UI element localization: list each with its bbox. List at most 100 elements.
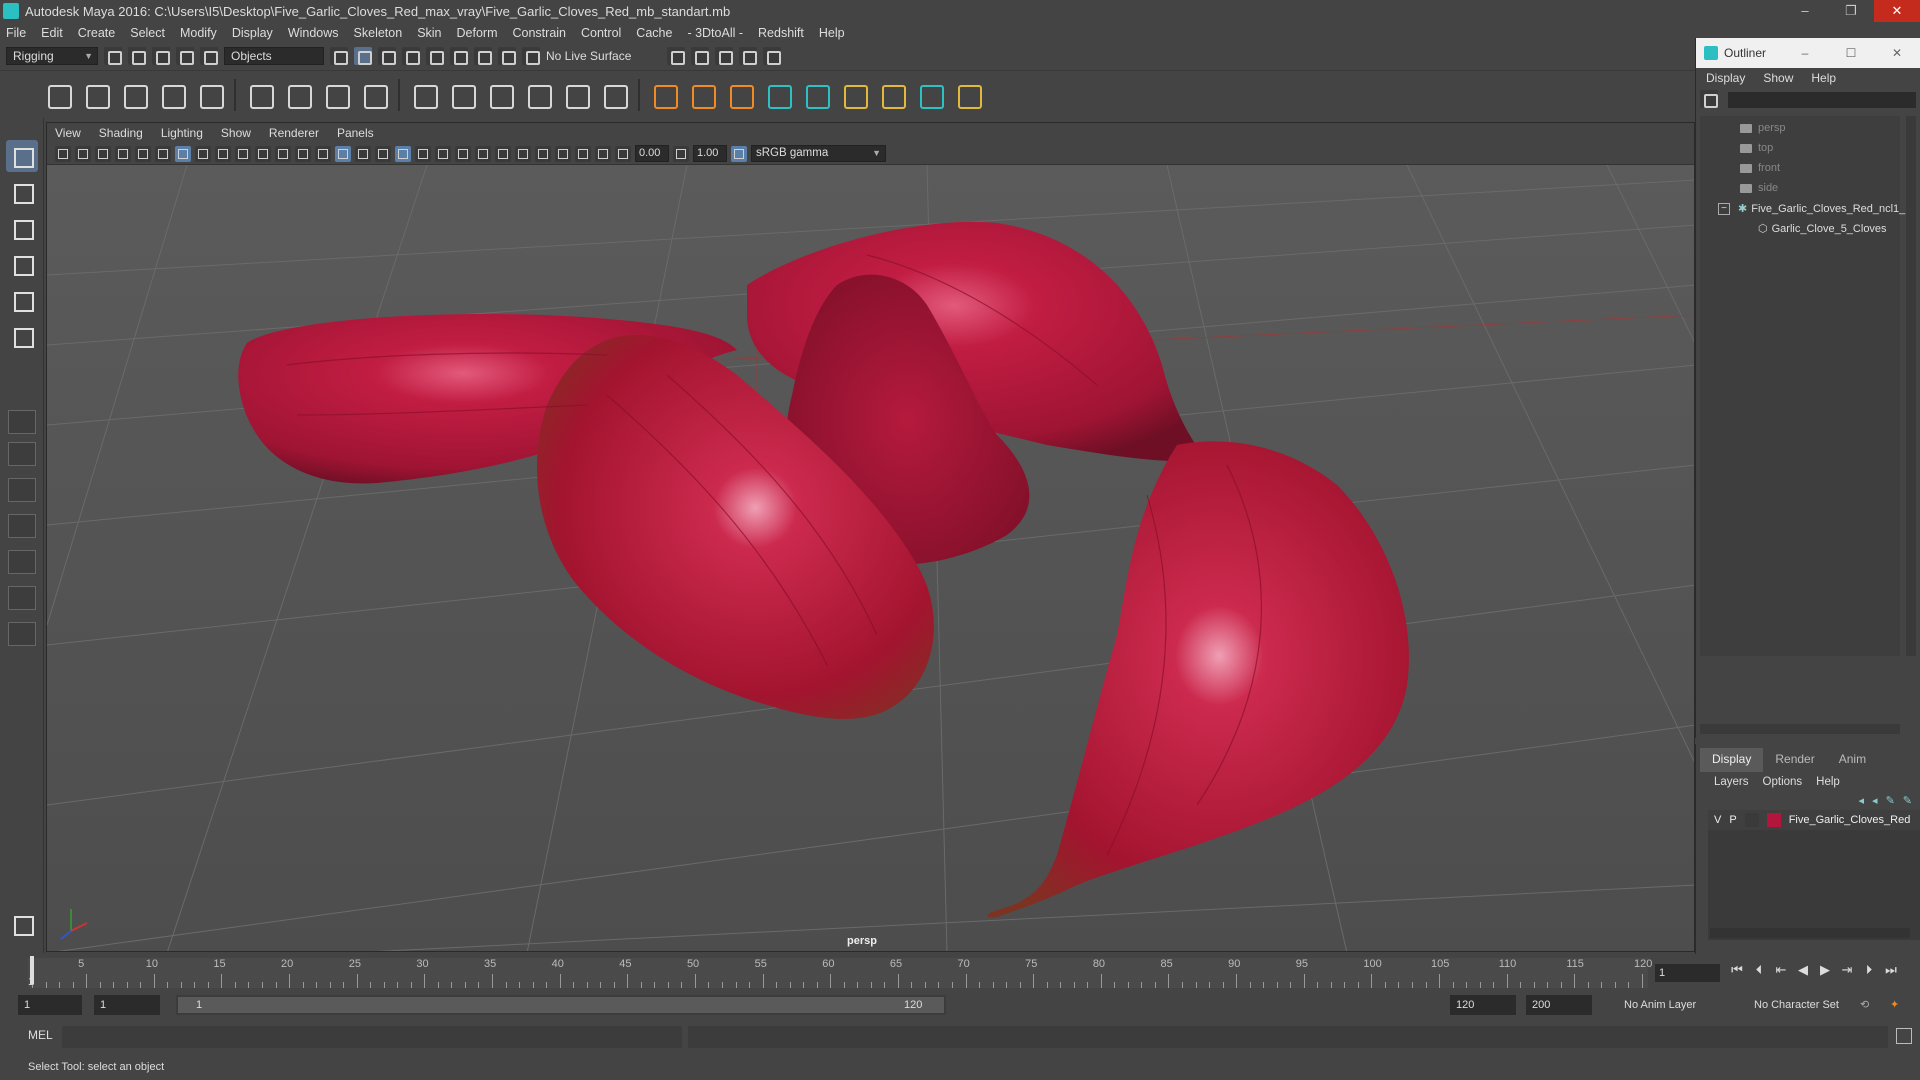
persp-outliner-layout-icon[interactable] <box>8 514 36 538</box>
move-tool-icon[interactable] <box>6 248 38 280</box>
viewport-panel[interactable]: View Shading Lighting Show Renderer Pane… <box>46 122 1695 952</box>
menu-3dtoall[interactable]: - 3DtoAll - <box>687 26 743 40</box>
play-backward-icon[interactable]: ◀ <box>1796 962 1810 978</box>
layer-horizontal-scrollbar[interactable] <box>1710 928 1910 938</box>
exposure-field[interactable]: 0.00 <box>635 145 669 162</box>
film-gate-icon[interactable] <box>195 145 211 162</box>
wireframe-on-shaded-icon[interactable] <box>375 145 391 162</box>
select-component-icon[interactable] <box>378 47 396 65</box>
brush-tool-icon[interactable] <box>878 81 906 109</box>
xray-components-icon[interactable] <box>595 145 611 162</box>
outliner-item-top[interactable]: top <box>1740 142 1773 154</box>
sculpt-icon[interactable] <box>600 81 628 109</box>
orient-joint-icon[interactable] <box>158 81 186 109</box>
snap-view-icon[interactable] <box>474 47 492 65</box>
auto-key-icon[interactable]: ⟲ <box>1860 995 1869 1015</box>
rotate-tool-icon[interactable] <box>6 284 38 316</box>
3dtoall-export-icon[interactable] <box>802 81 830 109</box>
motion-blur-icon[interactable] <box>475 145 491 162</box>
filter-icon[interactable] <box>1700 90 1718 108</box>
lattice-icon[interactable] <box>448 81 476 109</box>
mel-input[interactable] <box>62 1026 682 1048</box>
save-scene-icon[interactable] <box>152 47 170 65</box>
bind-skin-icon[interactable] <box>246 81 274 109</box>
redo-icon[interactable] <box>200 47 218 65</box>
outliner-menu-display[interactable]: Display <box>1706 71 1745 85</box>
mirror-joint-icon[interactable] <box>120 81 148 109</box>
playback-end-field[interactable]: 120 <box>1450 995 1516 1015</box>
layer-row[interactable]: V P Five_Garlic_Cloves_Red <box>1708 810 1920 830</box>
tab-display[interactable]: Display <box>1700 748 1764 772</box>
textured-icon[interactable] <box>395 145 411 162</box>
layer-visibility-toggle[interactable]: V <box>1714 814 1721 826</box>
layer-menu-options[interactable]: Options <box>1763 776 1803 788</box>
2d-pan-icon[interactable] <box>135 145 151 162</box>
menu-edit[interactable]: Edit <box>41 26 63 40</box>
exposure-icon[interactable] <box>615 145 631 162</box>
outliner-search-input[interactable] <box>1728 92 1916 108</box>
bookmark-icon[interactable] <box>95 145 111 162</box>
hypershade-icon[interactable] <box>763 47 782 65</box>
layer-name[interactable]: Five_Garlic_Cloves_Red <box>1789 814 1911 826</box>
anim-layer-dropdown[interactable]: No Anim Layer <box>1624 995 1696 1015</box>
open-scene-icon[interactable] <box>128 47 146 65</box>
ik-handle-icon[interactable] <box>196 81 224 109</box>
side-by-side-layout-icon[interactable] <box>8 478 36 502</box>
gamma-icon[interactable] <box>673 145 689 162</box>
wireframe-icon[interactable] <box>315 145 331 162</box>
range-slider-handle[interactable] <box>178 997 944 1013</box>
safe-title-icon[interactable] <box>295 145 311 162</box>
render-settings-icon[interactable] <box>739 47 758 65</box>
safe-action-icon[interactable] <box>275 145 291 162</box>
outliner-close-button[interactable]: ✕ <box>1874 38 1920 68</box>
menu-select[interactable]: Select <box>130 26 165 40</box>
wire-icon[interactable] <box>524 81 552 109</box>
menuset-dropdown[interactable]: Rigging ▼ <box>6 47 98 65</box>
new-layer-selected-icon[interactable]: ✎ <box>1903 794 1912 807</box>
move-layer-down-icon[interactable]: ◂ <box>1872 794 1878 807</box>
cluster-icon[interactable] <box>410 81 438 109</box>
outliner-horizontal-scrollbar[interactable] <box>1700 724 1900 734</box>
menu-skeleton[interactable]: Skeleton <box>354 26 403 40</box>
single-view-layout-icon[interactable] <box>8 410 36 434</box>
outliner-maximize-button[interactable]: ☐ <box>1828 38 1874 68</box>
tab-anim[interactable]: Anim <box>1827 748 1878 772</box>
insert-joint-icon[interactable] <box>82 81 110 109</box>
resolution-gate-icon[interactable] <box>215 145 231 162</box>
menu-cache[interactable]: Cache <box>636 26 672 40</box>
menu-file[interactable]: File <box>6 26 26 40</box>
gamma-field[interactable]: 1.00 <box>693 145 727 162</box>
animation-end-field[interactable]: 200 <box>1526 995 1592 1015</box>
grid-icon[interactable] <box>175 145 191 162</box>
paint-tool-icon[interactable] <box>840 81 868 109</box>
outliner-item-persp[interactable]: persp <box>1740 122 1786 134</box>
orient-constraint-icon[interactable] <box>726 81 754 109</box>
menu-control[interactable]: Control <box>581 26 621 40</box>
menu-skin[interactable]: Skin <box>417 26 441 40</box>
ipr-render-icon[interactable] <box>715 47 734 65</box>
shadows-icon[interactable] <box>435 145 451 162</box>
menu-constrain[interactable]: Constrain <box>513 26 567 40</box>
range-slider[interactable]: 1 120 <box>176 995 946 1015</box>
step-back-key-icon[interactable]: ⇤ <box>1774 962 1788 978</box>
select-hierarchy-icon[interactable] <box>330 47 348 65</box>
smooth-bind-icon[interactable] <box>284 81 312 109</box>
outliner-item-front[interactable]: front <box>1740 162 1780 174</box>
script-editor-icon[interactable] <box>1896 1028 1912 1044</box>
persp-hypershade-layout-icon[interactable] <box>8 586 36 610</box>
move-layer-up-icon[interactable]: ◂ <box>1859 794 1865 807</box>
select-object-icon[interactable] <box>354 47 372 65</box>
joint-tool-icon[interactable] <box>44 81 72 109</box>
xray-icon[interactable] <box>555 145 571 162</box>
snap-grid-icon[interactable] <box>402 47 420 65</box>
outliner-minimize-button[interactable]: – <box>1782 38 1828 68</box>
character-set-dropdown[interactable]: No Character Set <box>1754 995 1839 1015</box>
minimize-button[interactable]: – <box>1782 0 1828 22</box>
time-ruler[interactable]: 5 10 15 20 25 30 35 40 45 50 55 60 65 70 75 80 85 90 95 100… <box>28 958 1652 988</box>
live-surface-icon[interactable] <box>522 47 540 65</box>
layer-menu-layers[interactable]: Layers <box>1714 776 1749 788</box>
render-view-icon[interactable] <box>667 47 686 65</box>
scale-tool-icon[interactable] <box>6 320 38 352</box>
menu-deform[interactable]: Deform <box>457 26 498 40</box>
menu-create[interactable]: Create <box>78 26 116 40</box>
